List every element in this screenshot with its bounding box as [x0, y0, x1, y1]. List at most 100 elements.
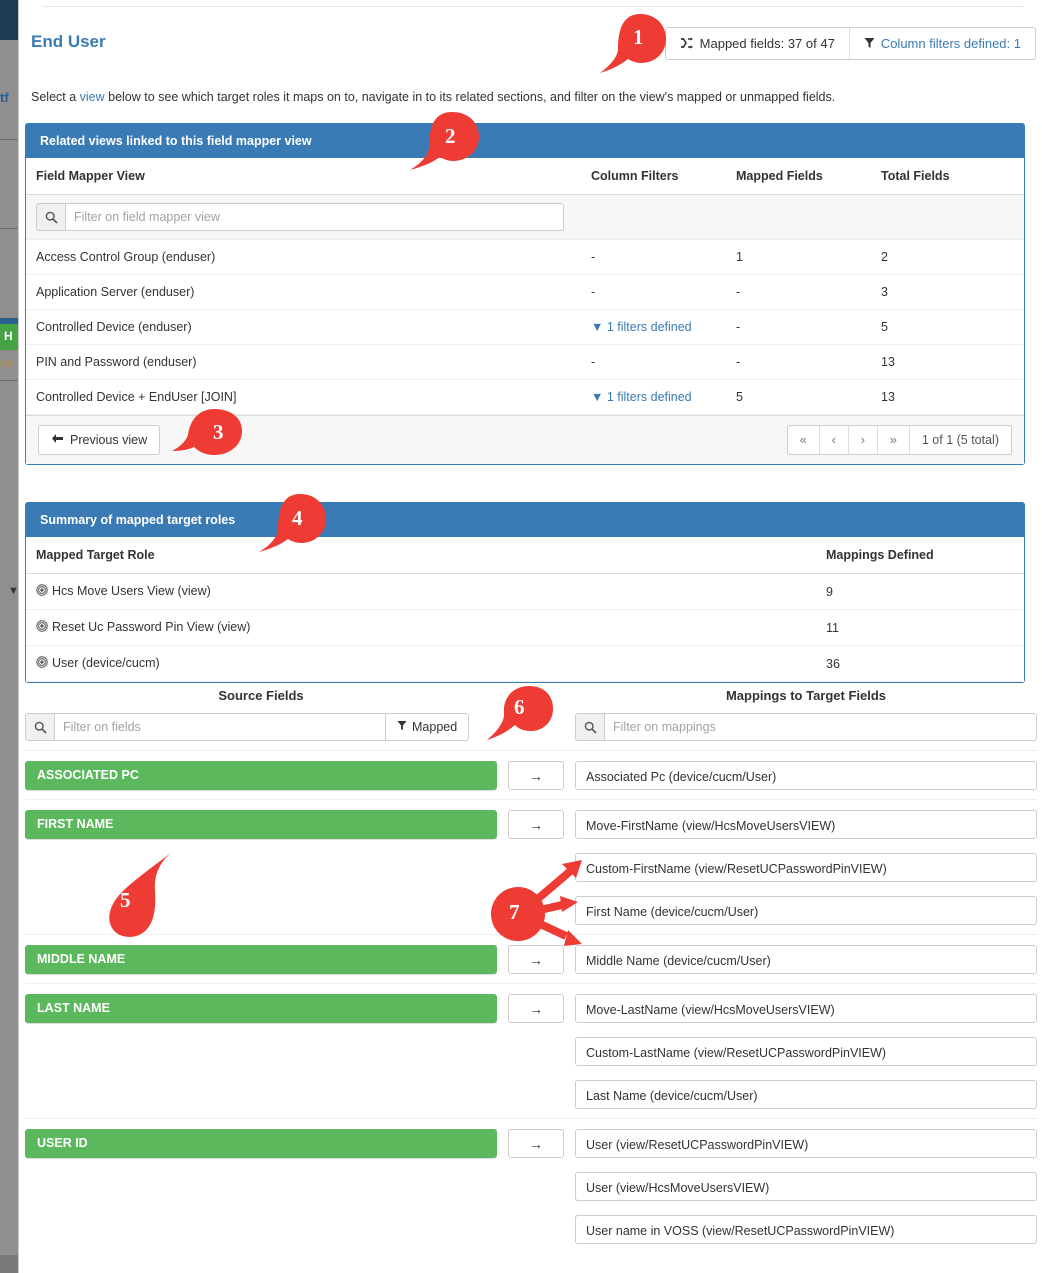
annotation-number-1: 1	[633, 25, 644, 49]
filter-cell-empty	[726, 194, 871, 240]
cell-column-filters: -	[581, 344, 726, 380]
map-arrow-button[interactable]: →	[508, 994, 564, 1023]
table-row[interactable]: Controlled Device (enduser) ▼ 1 filters d…	[26, 309, 1024, 345]
cell-mapped-fields: 1	[726, 239, 871, 275]
annotation-callout-7: 7	[490, 852, 600, 952]
target-field-box[interactable]: Move-LastName (view/HcsMoveUsersVIEW)	[575, 994, 1037, 1023]
column-filters-button[interactable]: Column filters defined: 1	[848, 28, 1035, 59]
intro-before: Select a	[31, 90, 80, 104]
cell-mapped-target-role: Reset Uc Password Pin View (view)	[26, 609, 816, 646]
mapped-filter-button[interactable]: Mapped	[385, 713, 470, 741]
table-row[interactable]: Hcs Move Users View (view) 9	[26, 573, 1024, 610]
source-field-pill[interactable]: LAST NAME	[25, 994, 497, 1023]
annotation-number-5: 5	[120, 888, 131, 912]
target-field-box[interactable]: User (view/ResetUCPasswordPinVIEW)	[575, 1129, 1037, 1158]
pager-last-button[interactable]: »	[876, 426, 909, 454]
target-field-box[interactable]: Custom-LastName (view/ResetUCPasswordPin…	[575, 1037, 1037, 1066]
target-mappings-filter-input[interactable]	[605, 713, 1037, 741]
arrow-right-icon: →	[529, 816, 543, 833]
target-field-box[interactable]: Custom-FirstName (view/ResetUCPasswordPi…	[575, 853, 1037, 882]
source-fields-title: Source Fields	[218, 688, 304, 703]
search-icon[interactable]	[25, 713, 55, 741]
cell-mapped-target-role: User (device/cucm)	[26, 645, 816, 682]
arrow-right-icon: →	[529, 1000, 543, 1017]
cell-field-mapper-view: Controlled Device + EndUser [JOIN]	[26, 379, 581, 415]
cell-mappings-defined: 9	[816, 573, 1024, 610]
filter-cell-empty	[581, 194, 726, 240]
funnel-icon	[864, 37, 875, 51]
cell-mapped-fields: -	[726, 344, 871, 380]
summary-panel: Summary of mapped target roles Mapped Ta…	[25, 502, 1025, 683]
bullseye-icon	[36, 620, 48, 635]
table-row[interactable]: User (device/cucm) 36	[26, 645, 1024, 682]
column-header-field-mapper-view: Field Mapper View	[26, 158, 581, 195]
mapped-filter-label: Mapped	[412, 720, 458, 734]
column-header-total-fields: Total Fields	[871, 158, 1024, 195]
filter-cell-empty	[871, 194, 1024, 240]
annotation-callout-1: 1	[598, 12, 674, 74]
table-filter-row	[26, 194, 1024, 240]
cell-column-filters: ▼ 1 filters defined	[581, 309, 726, 345]
filter-cell	[26, 194, 581, 240]
table-row[interactable]: Application Server (enduser) - -3	[26, 274, 1024, 310]
column-header-mapped-fields: Mapped Fields	[726, 158, 871, 195]
target-field-box[interactable]: Move-FirstName (view/HcsMoveUsersVIEW)	[575, 810, 1037, 839]
cell-mapped-target-role: Hcs Move Users View (view)	[26, 573, 816, 610]
table-row[interactable]: PIN and Password (enduser) - -13	[26, 344, 1024, 380]
intro-text: Select a view below to see which target …	[31, 90, 991, 104]
background-text-fragment: tf	[0, 90, 9, 105]
cell-field-mapper-view: Controlled Device (enduser)	[26, 309, 581, 345]
funnel-icon	[397, 720, 407, 734]
target-field-box[interactable]: Last Name (device/cucm/User)	[575, 1080, 1037, 1109]
table-row[interactable]: Reset Uc Password Pin View (view) 11	[26, 609, 1024, 646]
cell-total-fields: 13	[871, 344, 1024, 380]
funnel-icon: ▼	[591, 320, 604, 334]
annotation-number-3: 3	[213, 420, 224, 444]
cell-mappings-defined: 36	[816, 645, 1024, 682]
bullseye-icon	[36, 656, 48, 671]
map-arrow-button[interactable]: →	[508, 761, 564, 790]
pager-first-button[interactable]: «	[788, 426, 819, 454]
source-field-pill[interactable]: USER ID	[25, 1129, 497, 1158]
cell-mapped-fields: 5	[726, 379, 871, 415]
source-fields-filter-input[interactable]	[55, 713, 385, 741]
annotation-number-4: 4	[292, 506, 303, 530]
arrow-left-icon	[51, 433, 64, 447]
search-icon[interactable]	[575, 713, 605, 741]
table-row[interactable]: Access Control Group (enduser) -1 2	[26, 239, 1024, 275]
target-fields-title: Mappings to Target Fields	[725, 688, 887, 703]
source-field-pill[interactable]: MIDDLE NAME	[25, 945, 497, 974]
map-arrow-button[interactable]: →	[508, 1129, 564, 1158]
annotation-callout-5: 5	[98, 846, 190, 942]
intro-view-link[interactable]: view	[80, 90, 105, 104]
pager-next-button[interactable]: ›	[847, 426, 877, 454]
cell-total-fields: 13	[871, 379, 1024, 415]
table-header-row: Mapped Target Role Mappings Defined	[26, 537, 1024, 574]
source-field-pill[interactable]: ASSOCIATED PC	[25, 761, 497, 790]
pager-prev-button[interactable]: ‹	[818, 426, 848, 454]
summary-table: Mapped Target Role Mappings Defined Hcs …	[26, 537, 1024, 682]
column-filters-link[interactable]: ▼ 1 filters defined	[591, 390, 692, 404]
cell-column-filters: ▼ 1 filters defined	[581, 379, 726, 415]
previous-view-button[interactable]: Previous view	[38, 425, 161, 455]
main-content-panel: End User Mapped fields: 37 of 47 Column …	[18, 0, 1042, 1273]
mapped-target-role-label: Hcs Move Users View (view)	[52, 584, 211, 598]
source-field-pill[interactable]: FIRST NAME	[25, 810, 497, 839]
mapped-fields-button[interactable]: Mapped fields: 37 of 47	[665, 28, 849, 59]
field-mapper-view-filter-input[interactable]	[66, 203, 564, 231]
annotation-callout-6: 6	[485, 684, 557, 746]
column-filters-link[interactable]: ▼ 1 filters defined	[591, 320, 692, 334]
annotation-callout-3: 3	[172, 405, 254, 463]
field-mapper-section: Source Fields Mappings to Target Fields …	[19, 688, 1042, 1244]
table-header-row: Field Mapper View Column Filters Mapped …	[26, 158, 1024, 195]
target-field-box[interactable]: First Name (device/cucm/User)	[575, 896, 1037, 925]
pagination-control: « ‹ › » 1 of 1 (5 total)	[786, 425, 1012, 455]
target-field-box[interactable]: User (view/HcsMoveUsersVIEW)	[575, 1172, 1037, 1201]
target-field-box[interactable]: User name in VOSS (view/ResetUCPasswordP…	[575, 1215, 1037, 1244]
target-field-box[interactable]: Associated Pc (device/cucm/User)	[575, 761, 1037, 790]
cell-total-fields: 5	[871, 309, 1024, 345]
search-icon[interactable]	[36, 203, 66, 231]
arrow-right-icon: →	[529, 951, 543, 968]
map-arrow-button[interactable]: →	[508, 810, 564, 839]
target-field-box[interactable]: Middle Name (device/cucm/User)	[575, 945, 1037, 974]
